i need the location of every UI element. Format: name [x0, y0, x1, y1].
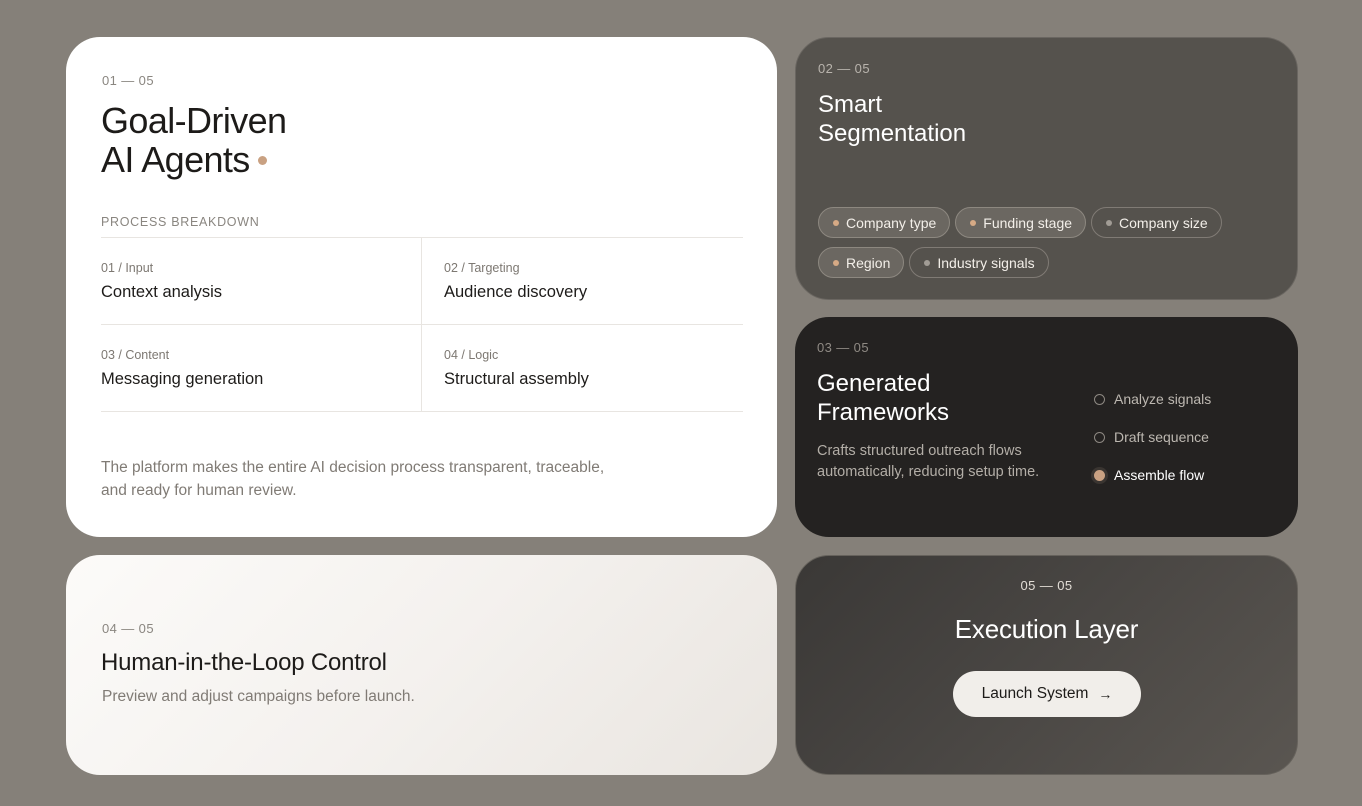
chip-dot-icon: [924, 259, 931, 266]
human-in-loop-card: 04 — 05 Human-in-the-Loop Control Previe…: [66, 555, 777, 775]
step-indicator: 02 — 05: [818, 61, 870, 76]
process-cell-value: Structural assembly: [444, 370, 589, 388]
launch-system-button[interactable]: Launch System →: [953, 671, 1141, 717]
chip-label: Company size: [1119, 214, 1208, 231]
process-cell-value: Messaging generation: [101, 370, 264, 388]
grid-divider-horizontal: [101, 324, 743, 325]
process-cell: 04 / Logic Structural assembly: [444, 348, 744, 389]
card-description: The platform makes the entire AI decisio…: [101, 459, 605, 499]
stage-ring-icon: [1094, 393, 1105, 405]
step-indicator: 01 — 05: [102, 73, 154, 88]
step-indicator: 05 — 05: [1020, 578, 1073, 593]
step-indicator: 04 — 05: [102, 621, 154, 636]
chip-dot-icon: [833, 219, 839, 226]
segment-chip[interactable]: Company size: [1091, 207, 1222, 238]
process-cell-value: Context analysis: [101, 283, 223, 301]
button-label: Launch System: [981, 685, 1089, 702]
card-title: Execution Layer: [954, 614, 1139, 644]
card-title: Generated Frameworks: [817, 369, 949, 427]
segment-chip[interactable]: Region: [818, 247, 905, 278]
process-cell: 03 / Content Messaging generation: [101, 348, 401, 389]
segment-chip[interactable]: Industry signals: [909, 247, 1049, 278]
process-cell-value: Audience discovery: [444, 283, 588, 301]
chip-label: Industry signals: [937, 254, 1035, 271]
framework-stage: Assemble flow: [1094, 456, 1211, 494]
framework-stage: Analyze signals: [1094, 380, 1211, 418]
stage-label: Analyze signals: [1114, 391, 1212, 407]
accent-dot: [257, 155, 267, 165]
title-line-2: AI Agents: [101, 139, 250, 180]
card-title: Goal-Driven AI Agents: [101, 100, 287, 180]
stage-label: Assemble flow: [1114, 467, 1205, 483]
chip-label: Company type: [846, 214, 937, 231]
segment-chips: Company type Funding stage Company size Reg…: [818, 207, 1278, 287]
smart-segmentation-card: 02 — 05 Smart Segmentation Company type F…: [795, 37, 1298, 300]
chip-dot-icon: [970, 219, 977, 226]
card-description: Crafts structured outreach flows automat…: [817, 443, 1040, 480]
step-indicator: 03 — 05: [817, 340, 869, 355]
process-cell-caption: 03 / Content: [101, 348, 170, 362]
chip-dot-icon: [1106, 219, 1113, 226]
title-line-2: Frameworks: [817, 399, 950, 426]
process-cell: 01 / Input Context analysis: [101, 261, 401, 302]
title-line-1: Goal-Driven: [101, 100, 287, 141]
section-label: PROCESS BREAKDOWN: [101, 215, 260, 229]
segment-chip[interactable]: Company type: [818, 207, 951, 238]
stage-ring-icon: [1094, 431, 1105, 443]
goal-driven-agents-card: 01 — 05 Goal-Driven AI Agents PROCESS BR…: [66, 37, 777, 537]
active-stage-dot-icon: [1094, 469, 1105, 481]
segment-chip[interactable]: Funding stage: [955, 207, 1087, 238]
arrow-right-icon: →: [1098, 686, 1113, 702]
framework-stage: Draft sequence: [1094, 418, 1211, 456]
process-cell: 02 / Targeting Audience discovery: [444, 261, 744, 302]
chip-label: Funding stage: [983, 214, 1073, 231]
card-title: Human-in-the-Loop Control: [101, 649, 387, 676]
title-line-2: Segmentation: [818, 120, 967, 147]
title-line-1: Smart: [818, 91, 883, 118]
process-cell-caption: 04 / Logic: [444, 348, 499, 362]
card-title: Smart Segmentation: [818, 90, 966, 148]
framework-stages: Analyze signals Draft sequence Assemble fl…: [1094, 380, 1211, 494]
chip-label: Region: [846, 254, 891, 271]
generated-frameworks-card: 03 — 05 Generated Frameworks Crafts stru…: [795, 317, 1298, 537]
chip-dot-icon: [833, 259, 839, 266]
process-cell-caption: 02 / Targeting: [444, 261, 520, 275]
card-description: Preview and adjust campaigns before laun…: [102, 688, 415, 705]
process-grid: 01 / Input Context analysis 02 / Targeti…: [101, 237, 743, 412]
title-line-1: Generated: [817, 370, 931, 397]
execution-layer-card: 05 — 05 Execution Layer Launch System →: [795, 555, 1298, 775]
stage-label: Draft sequence: [1114, 429, 1209, 445]
process-cell-caption: 01 / Input: [101, 261, 154, 275]
